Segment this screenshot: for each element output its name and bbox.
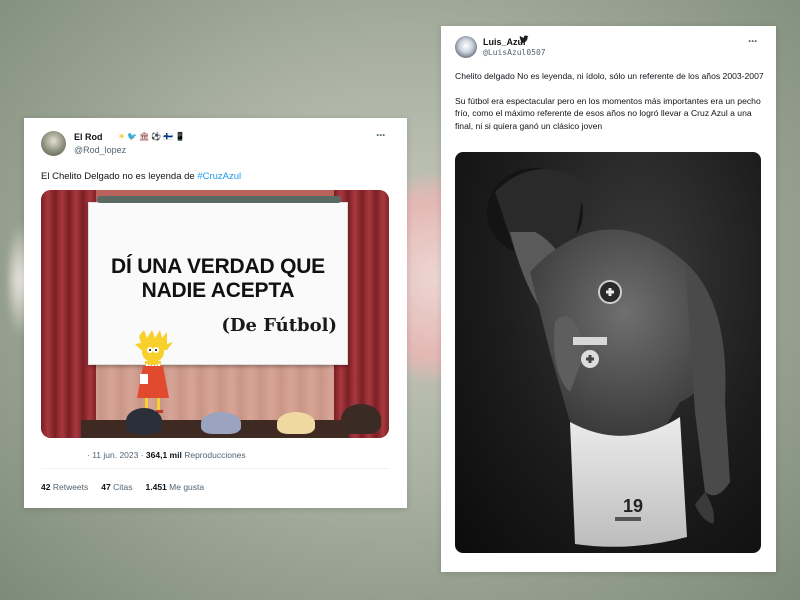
tweet-date[interactable]: · 11 jun. 2023 ·	[87, 450, 144, 460]
retweets-count: 42	[41, 482, 51, 492]
quotes-stat[interactable]: 47 Citas	[101, 482, 132, 492]
divider	[41, 468, 390, 469]
meme-image[interactable]: DÍ UNA VERDAD QUE NADIE ACEPTA (De Fútbo…	[41, 190, 389, 438]
engagement-stats: 42 Retweets 47 Citas 1.451 Me gusta	[41, 482, 204, 492]
tweet-text: Chelito delgado No es leyenda, ni ídolo,…	[455, 70, 767, 144]
audience-head	[201, 412, 241, 434]
handle[interactable]: @Rod_lopez	[74, 145, 126, 155]
tweet-paragraph-1: Chelito delgado No es leyenda, ni ídolo,…	[455, 71, 764, 81]
avatar[interactable]	[41, 131, 66, 156]
likes-label: Me gusta	[169, 482, 205, 492]
board-line-2: NADIE ACEPTA	[141, 279, 295, 302]
screen-rod	[97, 196, 341, 203]
views-count: 364,1 mil	[145, 450, 182, 460]
tweet-text-body: El Chelito Delgado no es leyenda de	[41, 171, 198, 182]
hashtag-link[interactable]: #CruzAzul	[197, 171, 241, 182]
sun-emoji: ☀	[118, 132, 126, 141]
bird-icon	[519, 35, 529, 47]
name-emojis: ☀ 🐦 🏛 ⚽ 🇫🇮 📱	[118, 132, 185, 142]
tweet-paragraph-2: Su fútbol era espectacular pero en los m…	[455, 95, 761, 131]
handle[interactable]: @LuisAzul0507	[483, 48, 546, 57]
tweet-text: El Chelito Delgado no es leyenda de #Cru…	[41, 171, 241, 182]
more-options-icon[interactable]: ···	[376, 128, 386, 142]
finland-flag-emoji: 🇫🇮	[163, 132, 174, 141]
retweets-stat[interactable]: 42 Retweets	[41, 482, 88, 492]
phone-emoji: 📱	[175, 132, 186, 141]
soccer-ball-emoji: ⚽	[151, 132, 162, 141]
bird-emoji: 🐦	[127, 132, 138, 141]
shirt-number: 19	[623, 496, 643, 516]
likes-stat[interactable]: 1.451 Me gusta	[146, 482, 205, 492]
player-silhouette: 19	[487, 168, 730, 547]
board-subtitle: (De Fútbol)	[221, 315, 337, 336]
retweets-label: Retweets	[52, 482, 89, 492]
views-label: Reproducciones	[184, 450, 246, 460]
player-photo[interactable]: 19	[455, 152, 761, 553]
audience-head	[126, 408, 162, 434]
tweet-card-luis-azul: Luis_Azul @LuisAzul0507 ··· Chelito delg…	[441, 26, 776, 572]
building-emoji: 🏛	[139, 132, 150, 141]
avatar[interactable]	[455, 36, 477, 58]
projection-screen: DÍ UNA VERDAD QUE NADIE ACEPTA (De Fútbo…	[88, 202, 348, 365]
audience-head	[277, 412, 315, 434]
board-line-1: DÍ UNA VERDAD QUE	[110, 255, 325, 278]
display-name[interactable]: El Rod	[74, 132, 103, 142]
quotes-label: Citas	[113, 482, 133, 492]
board-headline: DÍ UNA VERDAD QUE NADIE ACEPTA	[89, 255, 347, 303]
tweet-meta: · 11 jun. 2023 · 364,1 mil Reproduccione…	[87, 450, 246, 460]
more-options-icon[interactable]: ···	[748, 34, 758, 48]
quotes-count: 47	[101, 482, 111, 492]
likes-count: 1.451	[145, 482, 167, 492]
lisa-figure	[135, 330, 173, 413]
audience-head	[341, 404, 381, 434]
tweet-card-el-rod: El Rod ☀ 🐦 🏛 ⚽ 🇫🇮 📱 @Rod_lopez ··· El Ch…	[24, 118, 407, 508]
